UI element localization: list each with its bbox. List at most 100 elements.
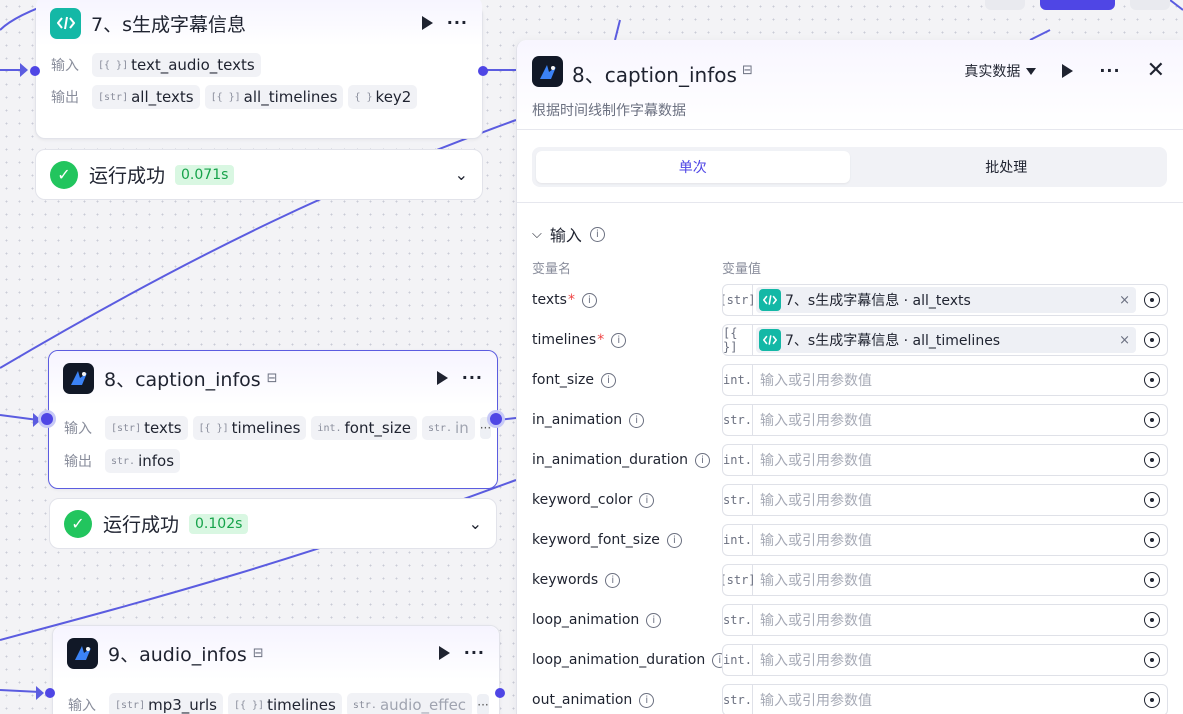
input-label: 输入	[51, 58, 79, 74]
more-icon[interactable]: ···	[464, 645, 485, 661]
param-value-input[interactable]: 输入或引用参数值	[760, 570, 1138, 590]
more-icon[interactable]: ···	[462, 370, 483, 386]
reference-picker-icon[interactable]	[1144, 412, 1160, 428]
node-7-inputs: 输入 [{ }] text_audio_texts	[36, 50, 482, 80]
data-mode-label: 真实数据	[964, 64, 1021, 80]
param-value-field[interactable]: str. 输入或引用参数值	[722, 684, 1168, 714]
node-8-input-port[interactable]	[38, 410, 56, 428]
param-value-field[interactable]: str. 输入或引用参数值	[722, 604, 1168, 636]
param-name: in_animation i	[532, 412, 722, 428]
info-icon: i	[601, 372, 617, 388]
node-7-status[interactable]: ✓ 运行成功 0.071s ⌄	[35, 149, 483, 200]
node-9-output-port[interactable]	[495, 688, 505, 698]
param-value-field[interactable]: [{ }] 7、s生成字幕信息 · all_timelines ×	[722, 324, 1168, 356]
chevron-down-icon[interactable]: ⌄	[469, 514, 482, 533]
reference-picker-icon[interactable]	[1144, 572, 1160, 588]
param-row: keyword_font_size i int. 输入或引用参数值	[532, 524, 1168, 556]
param-value-input[interactable]: 输入或引用参数值	[760, 530, 1138, 550]
remove-reference-icon[interactable]: ×	[1119, 333, 1130, 348]
reference-picker-icon[interactable]	[1144, 292, 1160, 308]
param-value-input[interactable]: 输入或引用参数值	[760, 450, 1138, 470]
param-value-input[interactable]: 输入或引用参数值	[760, 490, 1138, 510]
param-row: out_animation i str. 输入或引用参数值	[532, 684, 1168, 714]
more-icon[interactable]: ···	[1099, 63, 1120, 79]
param-value-field[interactable]: int. 输入或引用参数值	[722, 364, 1168, 396]
chevron-down-icon[interactable]: ⌄	[455, 165, 468, 184]
tab-single[interactable]: 单次	[536, 151, 850, 183]
param-name: keyword_font_size i	[532, 532, 722, 548]
reference-picker-icon[interactable]	[1144, 372, 1160, 388]
param-name: out_animation i	[532, 692, 722, 708]
required-mark: *	[567, 292, 575, 308]
node-9-inputs: 输入 [str] mp3_urls [{ }] timelines str. audi…	[53, 690, 499, 714]
node-8-output-port[interactable]	[487, 410, 505, 428]
input-tag: [{ }] text_audio_texts	[92, 53, 261, 77]
param-name: keyword_color i	[532, 492, 722, 508]
node-9[interactable]: 9、audio_infos ⊟ ··· 输入 [str] mp3_urls [{ …	[52, 625, 500, 714]
remove-reference-icon[interactable]: ×	[1119, 293, 1130, 308]
node-8[interactable]: 8、caption_infos ⊟ ··· 输入 [str] texts [{ }…	[48, 350, 498, 489]
node-9-input-port[interactable]	[45, 688, 55, 698]
input-tag: int. font_size	[311, 416, 417, 440]
output-label: 输出	[51, 90, 79, 106]
node-7-input-port[interactable]	[30, 66, 40, 76]
toolbar-button[interactable]	[1130, 0, 1170, 10]
code-icon	[759, 329, 781, 351]
param-name: loop_animation i	[532, 612, 722, 628]
status-text: 运行成功	[89, 165, 166, 187]
reference-text: 7、s生成字幕信息 · all_texts	[785, 293, 971, 309]
more-icon[interactable]: ···	[447, 15, 468, 31]
param-value-field[interactable]: [str] 输入或引用参数值	[722, 564, 1168, 596]
param-value-field[interactable]: int. 输入或引用参数值	[722, 524, 1168, 556]
close-icon[interactable]: ✕	[1147, 60, 1165, 82]
param-value-input[interactable]: 输入或引用参数值	[760, 610, 1138, 630]
input-section-header[interactable]: ⌵ 输入 i	[532, 222, 605, 246]
reference-picker-icon[interactable]	[1144, 692, 1160, 708]
info-icon: i	[611, 332, 627, 348]
param-value-field[interactable]: int. 输入或引用参数值	[722, 444, 1168, 476]
toolbar-button[interactable]	[985, 0, 1025, 10]
plugin-icon	[532, 56, 563, 87]
output-tag: str. infos	[105, 449, 181, 473]
input-tag: [str] texts	[105, 416, 188, 440]
publish-button[interactable]	[1040, 0, 1115, 10]
more-inputs-button[interactable]: ···	[477, 694, 489, 714]
reference-picker-icon[interactable]	[1144, 332, 1160, 348]
param-row: timelines * i[{ }] 7、s生成字幕信息 · all_timelin…	[532, 324, 1168, 356]
node-8-header: 8、caption_infos ⊟ ···	[49, 351, 497, 405]
param-value-field[interactable]: int. 输入或引用参数值	[722, 644, 1168, 676]
param-value-field[interactable]: str. 输入或引用参数值	[722, 404, 1168, 436]
reference-picker-icon[interactable]	[1144, 492, 1160, 508]
param-type: str.	[723, 405, 753, 435]
reference-picker-icon[interactable]	[1144, 652, 1160, 668]
node-7-outputs: 输出 [str] all_texts [{ }] all_timelines { }…	[36, 82, 482, 112]
param-value-input[interactable]: 输入或引用参数值	[760, 410, 1138, 430]
play-icon[interactable]	[1062, 64, 1074, 78]
param-value-input[interactable]: 输入或引用参数值	[760, 370, 1138, 390]
reference-chip[interactable]: 7、s生成字幕信息 · all_timelines ×	[756, 327, 1136, 353]
node-7[interactable]: 7、s生成字幕信息 ··· 输入 [{ }] text_audio_texts 输…	[35, 0, 483, 139]
play-icon[interactable]	[438, 646, 450, 660]
reference-picker-icon[interactable]	[1144, 452, 1160, 468]
param-value-field[interactable]: str. 输入或引用参数值	[722, 484, 1168, 516]
node-8-status[interactable]: ✓ 运行成功 0.102s ⌄	[49, 498, 497, 549]
play-icon[interactable]	[421, 16, 433, 30]
param-value-input[interactable]: 输入或引用参数值	[760, 690, 1138, 710]
reference-picker-icon[interactable]	[1144, 532, 1160, 548]
param-value-field[interactable]: [str] 7、s生成字幕信息 · all_texts ×	[722, 284, 1168, 316]
tab-batch[interactable]: 批处理	[850, 151, 1164, 183]
param-name: keywords i	[532, 572, 722, 588]
param-value-input[interactable]: 输入或引用参数值	[760, 650, 1138, 670]
param-type: int.	[723, 365, 753, 395]
success-check-icon: ✓	[64, 509, 92, 538]
play-icon[interactable]	[436, 371, 448, 385]
node-9-title: 9、audio_infos	[108, 643, 247, 666]
reference-picker-icon[interactable]	[1144, 612, 1160, 628]
info-icon: i	[629, 412, 645, 428]
data-mode-select[interactable]: 真实数据	[964, 61, 1037, 81]
reference-chip[interactable]: 7、s生成字幕信息 · all_texts ×	[756, 287, 1136, 313]
node-7-output-port[interactable]	[478, 66, 488, 76]
status-duration: 0.071s	[175, 164, 235, 185]
status-text: 运行成功	[103, 514, 180, 536]
output-tag: [{ }] all_timelines	[204, 85, 344, 109]
